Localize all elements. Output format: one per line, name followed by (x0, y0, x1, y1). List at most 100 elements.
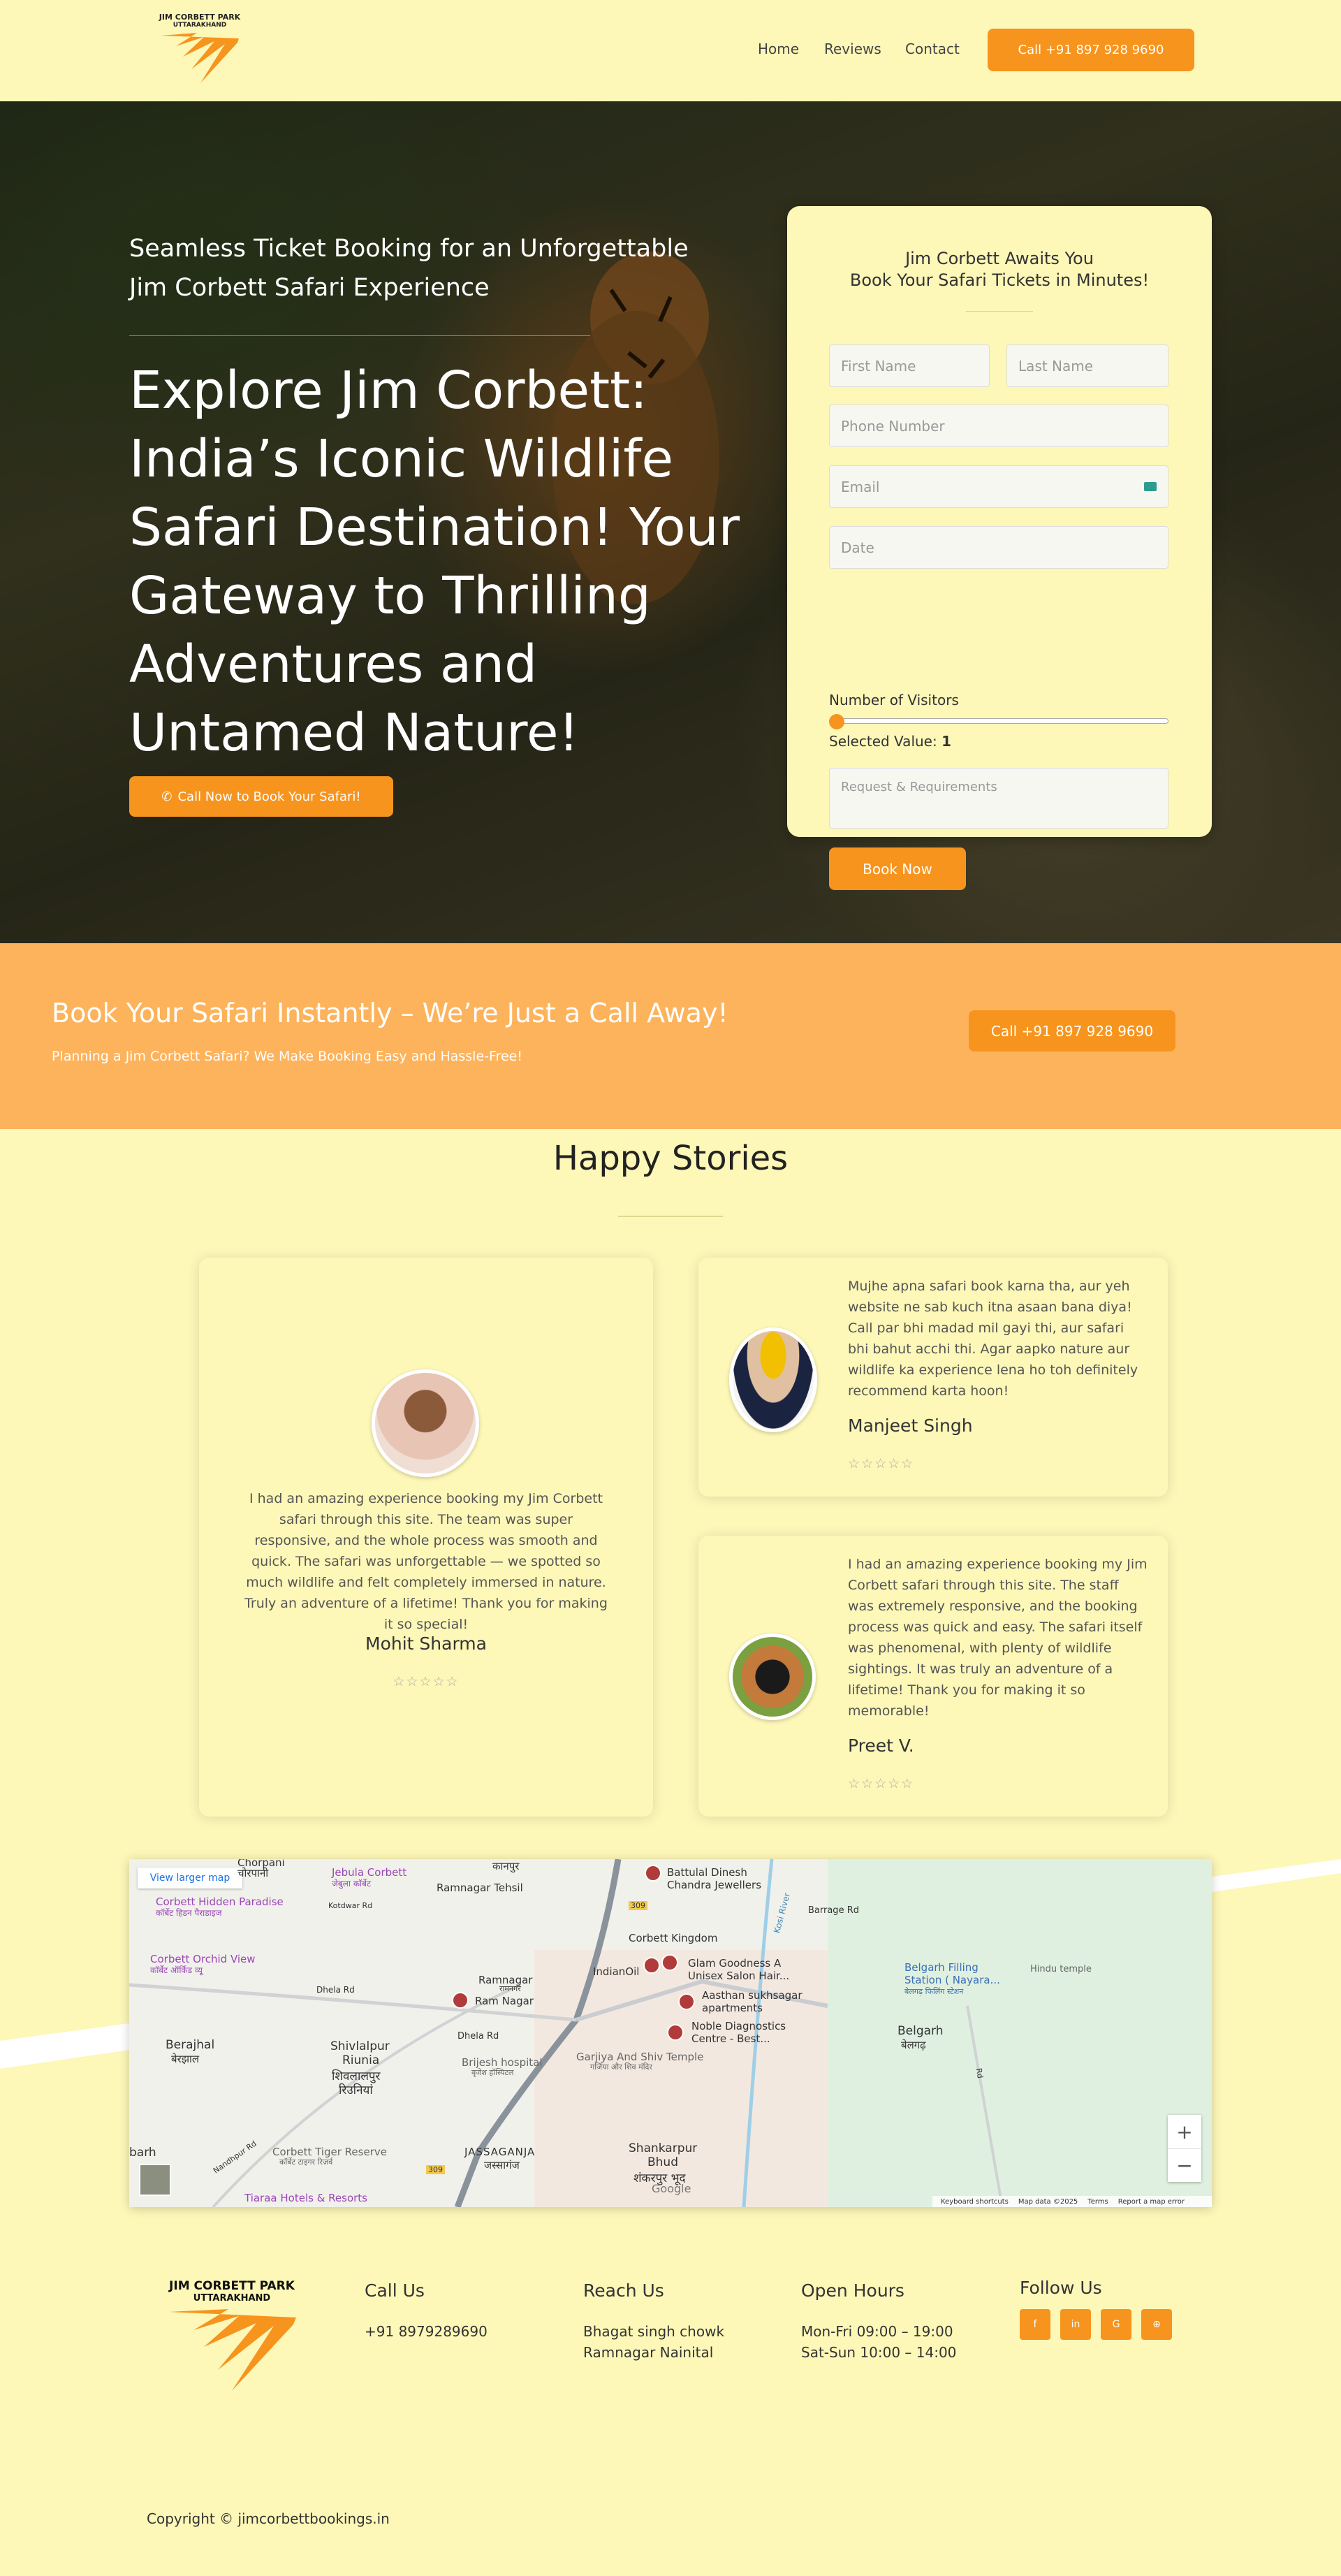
selected-value-row: Selected Value: 1 (829, 733, 951, 750)
map-pin-icon[interactable] (678, 1993, 695, 2010)
hero-call-label: Call Now to Book Your Safari! (177, 789, 361, 804)
form-divider (966, 311, 1033, 312)
map-label: Riunia (342, 2053, 380, 2067)
terms-link[interactable]: Terms (1087, 2198, 1108, 2206)
header-call-button[interactable]: Call +91 897 928 9690 (988, 29, 1194, 71)
hero-section: Seamless Ticket Booking for an Unforgett… (0, 101, 1341, 943)
map-pin-icon[interactable] (645, 1865, 661, 1882)
map-label: Rd (974, 2067, 985, 2079)
nav-reviews[interactable]: Reviews (824, 41, 881, 57)
map-label: कानपुर (492, 1860, 520, 1872)
last-name-input[interactable]: Last Name (1006, 344, 1168, 387)
band-subtitle: Planning a Jim Corbett Safari? We Make B… (52, 1049, 522, 1064)
map-label: Shivlalpur (330, 2039, 390, 2053)
map-label: Kotdwar Rd (328, 1901, 373, 1910)
report-error-link[interactable]: Report a map error (1118, 2198, 1185, 2206)
google-logo: Google (652, 2182, 691, 2195)
nav-home[interactable]: Home (758, 41, 799, 57)
footer-phone[interactable]: +91 8979289690 (365, 2321, 488, 2342)
map-label: Belgarh Filling (904, 1961, 979, 1974)
testimonial-card: I had an amazing experience booking my J… (199, 1258, 653, 1817)
map-label: Belgarh (897, 2024, 944, 2038)
map-label: Aasthan sukhsagar (702, 1989, 803, 2002)
map-label: Centre - Best... (691, 2032, 770, 2045)
date-input[interactable]: Date (829, 526, 1168, 569)
footer-hours-line1: Mon-Fri 09:00 – 19:00 (801, 2323, 953, 2340)
satellite-toggle[interactable] (139, 2164, 171, 2196)
reviewer-name: Mohit Sharma (365, 1633, 487, 1654)
testimonial-card: Mujhe apna safari book karna tha, aur ye… (698, 1258, 1168, 1497)
google-icon[interactable]: G (1101, 2309, 1131, 2340)
map-label: Ramnagar Tehsil (437, 1882, 523, 1894)
copyright-text: Copyright © jimcorbettbookings.in (147, 2510, 390, 2527)
google-map[interactable]: View larger map Chorpani चोरपानी कानपुर … (129, 1859, 1212, 2207)
review-text: I had an amazing experience booking my J… (848, 1557, 1148, 1719)
map-label: Berajhal (166, 2038, 215, 2052)
selected-value: 1 (941, 733, 951, 750)
map-label: Chandra Jewellers (667, 1879, 762, 1891)
map-label: Dhela Rd (316, 1985, 355, 1995)
map-label: कॉर्बेट ऑर्किड व्यू (150, 1965, 203, 1975)
hero-call-button[interactable]: ✆ Call Now to Book Your Safari! (129, 776, 393, 817)
map-label: Unisex Salon Hair... (688, 1970, 790, 1982)
requests-textarea[interactable]: Request & Requirements (829, 768, 1168, 829)
site-logo[interactable]: JIM CORBETT PARK UTTARAKHAND (155, 13, 244, 91)
map-label: Barrage Rd (808, 1905, 859, 1916)
map-label: Glam Goodness A (688, 1957, 782, 1970)
facebook-icon[interactable]: f (1020, 2309, 1050, 2340)
map-label: जस्सागंज (484, 2159, 520, 2171)
map-label: रामनगर (499, 1984, 521, 1993)
phone-icon: ✆ (161, 789, 173, 804)
view-larger-map-link[interactable]: View larger map (138, 1868, 242, 1889)
map-label: Noble Diagnostics (691, 2020, 786, 2032)
keyboard-shortcuts-link[interactable]: Keyboard shortcuts (941, 2198, 1009, 2206)
avatar (729, 1633, 816, 1720)
logo-text-line1: JIM CORBETT PARK (159, 13, 241, 22)
form-title-line1: Jim Corbett Awaits You (905, 249, 1094, 268)
hero-subtitle: Seamless Ticket Booking for an Unforgett… (129, 235, 689, 302)
phone-input[interactable]: Phone Number (829, 405, 1168, 447)
visitors-slider-thumb[interactable] (829, 714, 844, 729)
map-pin-icon[interactable] (661, 1954, 678, 1971)
footer-logo-line2: UTTARAKHAND (193, 2293, 271, 2304)
linkedin-icon[interactable]: in (1060, 2309, 1091, 2340)
footer-logo[interactable]: JIM CORBETT PARK UTTARAKHAND (162, 2279, 302, 2398)
band-title: Book Your Safari Instantly – We’re Just … (52, 998, 728, 1028)
map-label: IndianOil (593, 1965, 640, 1978)
zoom-controls: + − (1168, 2115, 1201, 2182)
footer-logo-line1: JIM CORBETT PARK (169, 2279, 295, 2293)
zoom-out-button[interactable]: − (1168, 2148, 1201, 2182)
footer-reach-heading: Reach Us (583, 2280, 664, 2301)
reviewer-name: Manjeet Singh (848, 1416, 973, 1436)
map-road-shield: 309 (629, 1901, 647, 1910)
stories-title: Happy Stories (552, 1139, 789, 1178)
review-text: I had an amazing experience booking my J… (244, 1491, 608, 1632)
map-label: कॉर्बेट टाइगर रिज़र्व (279, 2157, 333, 2167)
tiger-stripes-logo-icon (161, 33, 239, 83)
map-label: Corbett Kingdom (629, 1932, 718, 1944)
map-pin-icon[interactable] (667, 2024, 684, 2041)
map-pin-icon[interactable] (643, 1957, 660, 1974)
autofill-card-icon (1144, 482, 1157, 491)
band-call-button[interactable]: Call +91 897 928 9690 (969, 1010, 1175, 1051)
footer-address-line1: Bhagat singh chowk (583, 2323, 725, 2340)
map-pin-icon[interactable] (452, 1992, 469, 2009)
avatar (372, 1369, 479, 1477)
email-input[interactable]: Email (829, 465, 1168, 508)
tiger-stripes-logo-icon (169, 2309, 296, 2391)
stories-divider (618, 1216, 723, 1217)
book-now-button[interactable]: Book Now (829, 847, 966, 890)
first-name-input[interactable]: First Name (829, 344, 990, 387)
footer-address-line2: Ramnagar Nainital (583, 2344, 714, 2361)
tripadvisor-icon[interactable]: ⊕ (1141, 2309, 1172, 2340)
avatar (729, 1327, 817, 1432)
nav-contact[interactable]: Contact (905, 41, 960, 57)
zoom-in-button[interactable]: + (1168, 2115, 1201, 2148)
testimonial-card: I had an amazing experience booking my J… (698, 1536, 1168, 1817)
map-label: Shankarpur (629, 2141, 698, 2155)
star-rating: ☆☆☆☆☆ (848, 1776, 915, 1791)
visitors-slider-track[interactable] (829, 718, 1168, 724)
map-label: रिउनियां (339, 2083, 373, 2097)
map-label: बेलगढ़ फिलिंग स्टेशन (904, 1987, 964, 1996)
map-label: Bhud (647, 2155, 679, 2169)
